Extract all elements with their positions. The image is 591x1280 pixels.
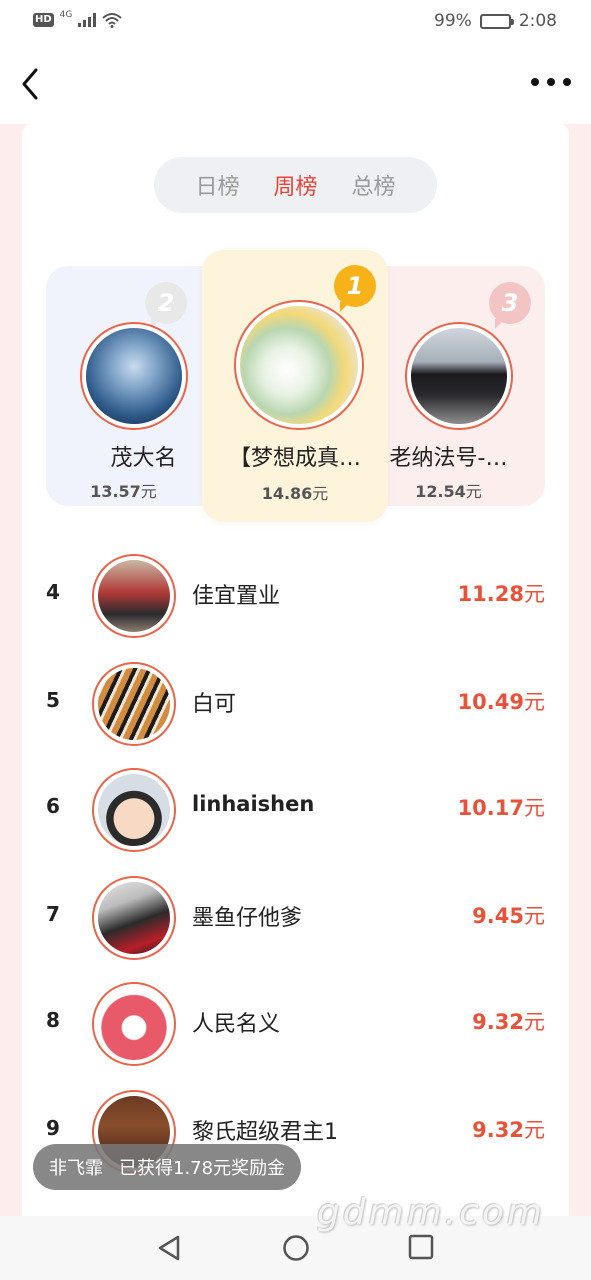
watermark: gdmm.com [316,1192,545,1233]
list-item[interactable]: 6 linhaishen 10.17元 [22,768,569,858]
signal-icon [78,13,97,27]
clock: 2:08 [518,11,557,31]
avatar-first[interactable] [234,300,364,430]
chevron-left-icon[interactable] [16,66,46,102]
avatar-second[interactable] [80,322,188,430]
rank-number: 7 [46,902,60,926]
user-name: 白可 [192,692,237,717]
wifi-icon [102,13,123,28]
home-circle-icon[interactable] [282,1234,310,1262]
avatar [92,662,176,746]
reward-toast: 非飞霏 已获得1.78元奖励金 [33,1144,302,1190]
avatar [92,982,176,1066]
list-item[interactable]: 4 佳宜置业 11.28元 [22,554,569,644]
user-name: 黎氏超级君主1 [192,1120,338,1145]
rank-number: 6 [46,794,60,818]
user-name: 墨鱼仔他爹 [192,906,303,931]
reward-amount: 9.45元 [472,904,545,928]
avatar [92,768,176,852]
rank-badge-3: 3 [489,282,531,329]
status-left: HD 4G [33,10,123,28]
podium-second-name: 茂大名 [110,446,177,471]
toast-user: 非飞霏 [49,1158,103,1179]
rank-number: 4 [46,580,60,604]
user-name: 人民名义 [192,1012,281,1037]
tab-total[interactable]: 总榜 [352,169,396,201]
podium-second-amount: 13.57元 [90,482,157,501]
toast-message: 已获得1.78元奖励金 [119,1158,286,1179]
rank-number: 9 [46,1116,60,1140]
user-name: linhaishen [192,792,315,816]
list-item[interactable]: 5 白可 10.49元 [22,662,569,752]
reward-amount: 11.28元 [457,582,545,606]
status-bar: HD 4G 99% 2:08 [0,0,591,44]
avatar [92,554,176,638]
ranking-tabs: 日榜 周榜 总榜 [154,157,437,213]
reward-amount: 9.32元 [472,1118,545,1142]
recents-square-icon[interactable] [408,1234,434,1260]
user-name: 佳宜置业 [192,584,281,609]
tab-daily[interactable]: 日榜 [195,169,239,201]
rank-number: 5 [46,688,60,712]
top-nav-bar [0,44,591,124]
battery-icon [479,13,514,29]
podium-first-name: 【梦想成真… [228,446,361,471]
list-item[interactable]: 7 墨鱼仔他爹 9.45元 [22,876,569,966]
tab-weekly[interactable]: 周榜 [273,169,317,201]
reward-amount: 10.49元 [457,690,545,714]
reward-amount: 9.32元 [472,1010,545,1034]
back-triangle-icon[interactable] [156,1234,182,1262]
avatar-third[interactable] [405,322,513,430]
avatar [92,876,176,960]
rank-badge-1: 1 [334,265,376,312]
rank-badge-2: 2 [145,282,187,329]
hd-indicator: HD [33,13,54,27]
podium-third-amount: 12.54元 [415,482,482,501]
battery-percent: 99% [434,11,472,31]
podium-third-name: 老纳法号-… [389,446,508,471]
status-right: 99% 2:08 [434,11,557,31]
more-horizontal-icon[interactable] [531,72,571,92]
list-item[interactable]: 8 人民名义 9.32元 [22,982,569,1072]
network-type: 4G [59,10,73,20]
reward-amount: 10.17元 [457,796,545,820]
rank-number: 8 [46,1008,60,1032]
